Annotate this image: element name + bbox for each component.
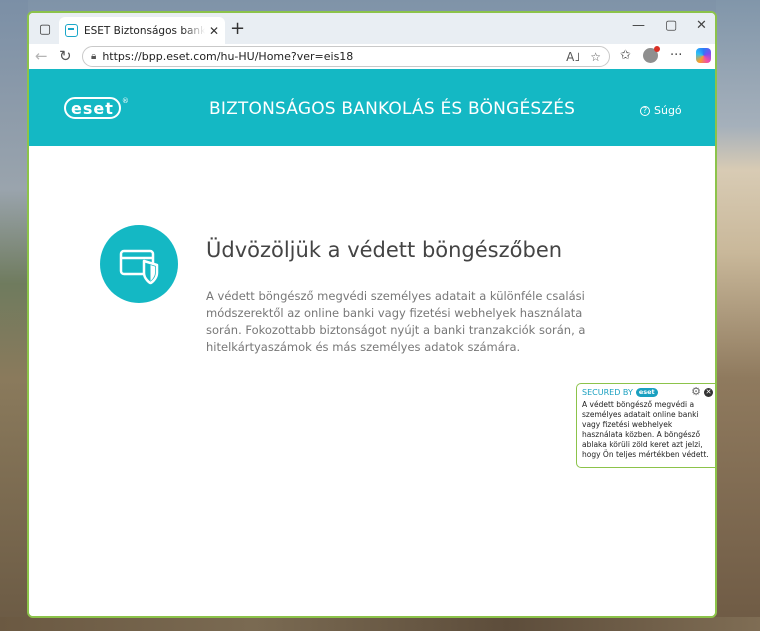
tab-close-icon[interactable]: ✕ bbox=[209, 24, 219, 38]
tab-title: ESET Biztonságos bankolás és bön bbox=[84, 24, 205, 37]
eset-logo-text: eset bbox=[64, 97, 121, 119]
address-bar[interactable]: 🔒︎ https://bpp.eset.com/hu-HU/Home?ver=e… bbox=[82, 46, 610, 67]
tab-favicon-icon bbox=[65, 24, 78, 37]
desktop-wallpaper-left bbox=[0, 0, 28, 631]
gear-icon[interactable]: ⚙ bbox=[691, 386, 701, 397]
copilot-icon[interactable] bbox=[696, 48, 711, 63]
close-window-icon[interactable]: ✕ bbox=[696, 18, 707, 33]
more-menu-icon[interactable]: ··· bbox=[670, 48, 682, 63]
profile-avatar[interactable] bbox=[643, 46, 660, 63]
close-icon[interactable]: ✕ bbox=[704, 388, 713, 397]
welcome-title: Üdvözöljük a védett böngészőben bbox=[206, 238, 563, 262]
tab-actions-icon[interactable]: ▢ bbox=[37, 21, 53, 37]
header-title: BIZTONSÁGOS BANKOLÁS ÉS BÖNGÉSZÉS bbox=[209, 99, 576, 119]
url-text[interactable]: https://bpp.eset.com/hu-HU/Home?ver=eis1… bbox=[102, 50, 556, 63]
tab-eset-banking[interactable]: ESET Biztonságos bankolás és bön ✕ bbox=[59, 17, 225, 44]
read-aloud-icon[interactable]: A˩ bbox=[566, 50, 580, 64]
help-icon: ? bbox=[640, 105, 650, 116]
refresh-icon[interactable]: ↻ bbox=[59, 47, 72, 65]
welcome-description: A védett böngésző megvédi személyes adat… bbox=[206, 289, 586, 354]
registered-mark: ® bbox=[121, 97, 129, 105]
page-content: eset ® BIZTONSÁGOS BANKOLÁS ÉS BÖNGÉSZÉS… bbox=[29, 69, 715, 616]
address-toolbar: ← ↻ 🔒︎ https://bpp.eset.com/hu-HU/Home?v… bbox=[29, 44, 715, 69]
site-info-icon[interactable]: 🔒︎ bbox=[91, 51, 96, 62]
help-link[interactable]: ? Súgó bbox=[640, 104, 682, 117]
secure-card-icon bbox=[100, 225, 178, 303]
minimize-icon[interactable]: — bbox=[632, 18, 645, 33]
eset-logo: eset ® bbox=[64, 97, 129, 119]
browser-window: ▢ ESET Biztonságos bankolás és bön ✕ + —… bbox=[27, 11, 717, 618]
secured-description: A védett böngésző megvédi a személyes ad… bbox=[582, 400, 709, 459]
maximize-icon[interactable]: ▢ bbox=[665, 18, 677, 33]
tab-bar: ▢ ESET Biztonságos bankolás és bön ✕ + —… bbox=[29, 13, 715, 44]
new-tab-button[interactable]: + bbox=[230, 18, 245, 39]
mini-eset-logo: eset bbox=[635, 387, 658, 397]
desktop-wallpaper-bottom bbox=[0, 617, 760, 631]
page-header: eset ® BIZTONSÁGOS BANKOLÁS ÉS BÖNGÉSZÉS… bbox=[29, 69, 715, 146]
favorite-star-icon[interactable]: ☆ bbox=[590, 50, 601, 64]
secured-label: SECURED BY bbox=[582, 387, 633, 397]
help-label: Súgó bbox=[654, 104, 682, 117]
secured-by-eset-panel: SECURED BY eset ⚙ ✕ A védett böngésző me… bbox=[576, 383, 715, 468]
desktop-wallpaper-right bbox=[716, 0, 760, 631]
back-icon[interactable]: ← bbox=[35, 47, 48, 65]
favorites-icon[interactable]: ✩ bbox=[620, 48, 631, 63]
